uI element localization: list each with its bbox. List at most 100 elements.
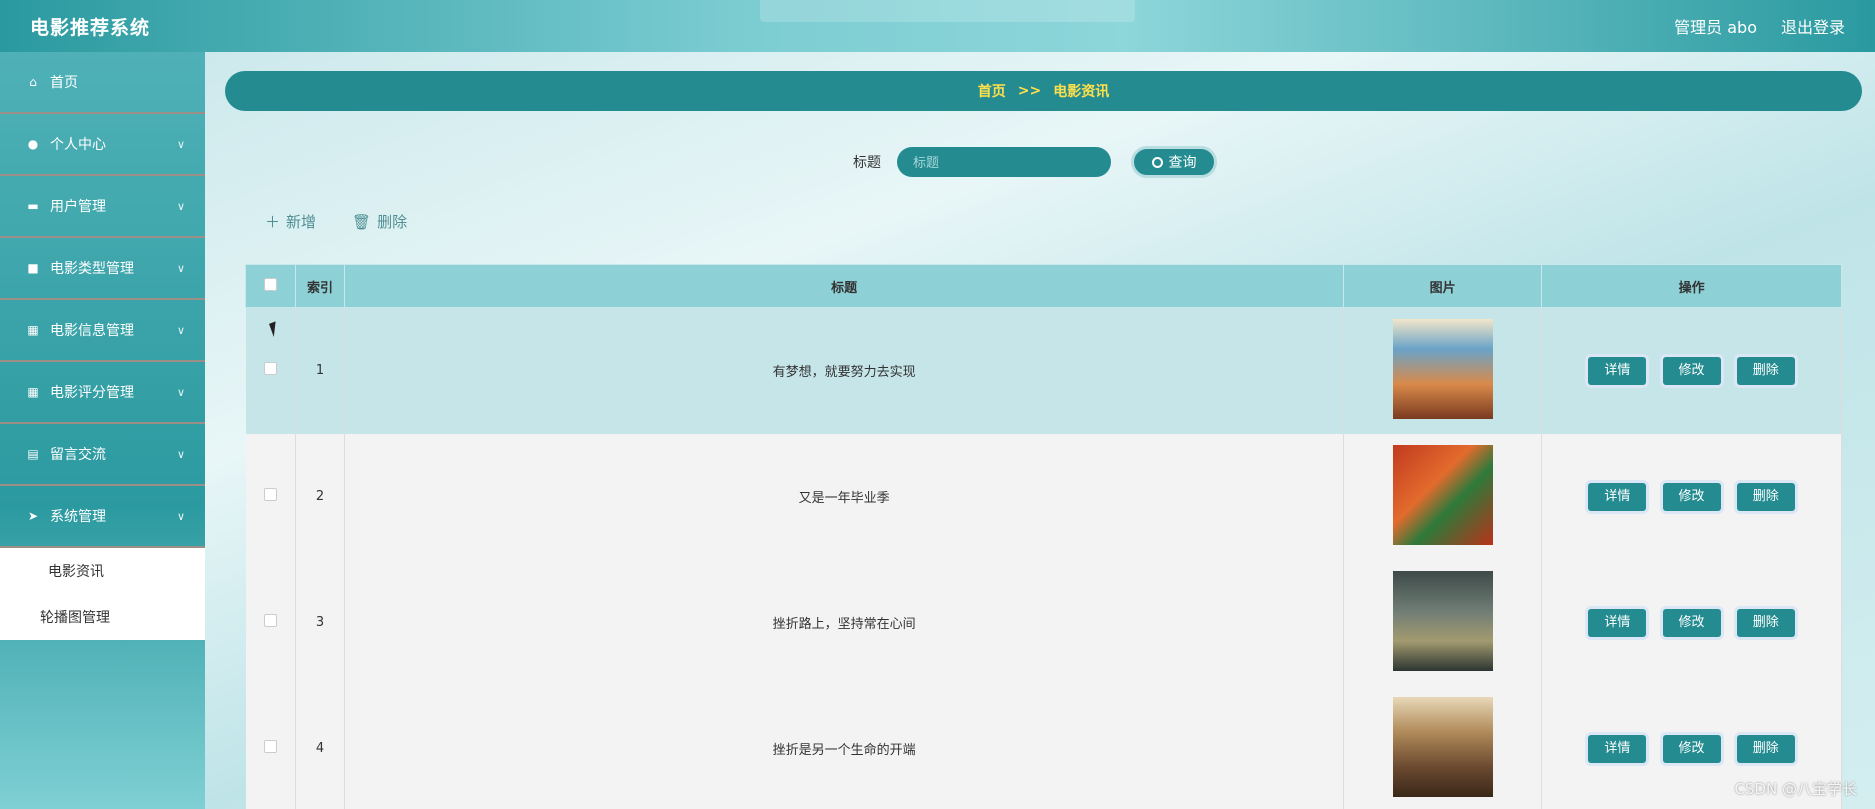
chevron-up-icon: ∨ — [176, 510, 185, 523]
top-overlay-panel — [760, 0, 1135, 22]
select-all-cell — [245, 264, 296, 308]
table-row[interactable]: 4 挫折是另一个生命的开端 详情 修改 删除 — [245, 685, 1842, 809]
movie-poster-image[interactable] — [1392, 570, 1493, 671]
search-label: 标题 — [853, 155, 881, 171]
sidebar-item-movie-types[interactable]: ■ 电影类型管理 ∨ — [0, 238, 205, 300]
top-bar: 电影推荐系统 管理员 abo 退出登录 — [0, 0, 1875, 52]
row-image-cell — [1343, 559, 1543, 686]
sidebar-item-label: 个人中心 — [50, 137, 106, 153]
row-checkbox[interactable] — [263, 614, 277, 627]
row-checkbox-cell — [245, 433, 296, 560]
app-title: 电影推荐系统 — [30, 16, 151, 39]
select-all-checkbox[interactable] — [263, 277, 277, 291]
sidebar-item-label: 首页 — [50, 75, 78, 91]
breadcrumb-home[interactable]: 首页 — [978, 81, 1006, 101]
search-button-label: 查询 — [1168, 155, 1197, 171]
edit-button[interactable]: 修改 — [1662, 608, 1721, 637]
chevron-down-icon: ∨ — [176, 200, 185, 213]
row-title: 又是一年毕业季 — [344, 433, 1345, 560]
sidebar-item-system[interactable]: ➤ 系统管理 ∨ — [0, 486, 205, 548]
chevron-down-icon: ∨ — [176, 324, 185, 337]
sidebar-item-movie-info[interactable]: ▦ 电影信息管理 ∨ — [0, 300, 205, 362]
chevron-down-icon: ∨ — [176, 262, 185, 275]
row-title: 有梦想，就要努力去实现 — [344, 307, 1345, 434]
user-icon: ● — [27, 137, 39, 151]
delete-button[interactable]: 删除 — [1736, 734, 1795, 763]
sidebar-item-label: 用户管理 — [50, 199, 106, 215]
edit-button[interactable]: 修改 — [1662, 482, 1721, 511]
detail-button[interactable]: 详情 — [1588, 356, 1647, 385]
breadcrumb-separator: >> — [1017, 83, 1042, 99]
grid-icon: ▦ — [27, 323, 39, 337]
row-index: 4 — [295, 685, 345, 809]
sidebar-item-label: 系统管理 — [50, 509, 106, 525]
add-button[interactable]: ＋ 新增 — [265, 211, 316, 232]
sidebar-item-movie-ratings[interactable]: ▦ 电影评分管理 ∨ — [0, 362, 205, 424]
movie-poster-image[interactable] — [1392, 444, 1493, 545]
delete-button[interactable]: 删除 — [1736, 482, 1795, 511]
column-header-image: 图片 — [1343, 264, 1543, 308]
delete-button[interactable]: 删除 — [1736, 356, 1795, 385]
table-row[interactable]: 1 有梦想，就要努力去实现 详情 修改 删除 — [245, 307, 1842, 434]
row-index: 2 — [295, 433, 345, 560]
sidebar-item-label: 留言交流 — [50, 447, 106, 463]
add-button-label: 新增 — [286, 213, 317, 231]
search-button[interactable]: 查询 — [1131, 146, 1217, 178]
row-checkbox[interactable] — [263, 488, 277, 501]
chevron-down-icon: ∨ — [176, 448, 185, 461]
detail-button[interactable]: 详情 — [1588, 482, 1647, 511]
watermark: CSDN @八宝学长 — [1734, 780, 1857, 798]
sidebar-item-users[interactable]: ▬ 用户管理 ∨ — [0, 176, 205, 238]
sidebar-item-home[interactable]: ⌂ 首页 — [0, 52, 205, 114]
logout-link[interactable]: 退出登录 — [1781, 14, 1845, 38]
chevron-down-icon: ∨ — [176, 138, 185, 151]
row-checkbox-cell — [245, 685, 296, 809]
chat-icon: ■ — [27, 261, 39, 275]
send-icon: ➤ — [27, 509, 39, 523]
main-content: 首页 >> 电影资讯 标题 查询 ＋ 新增 🗑 删除 索引 标题 图片 操作 — [205, 52, 1875, 809]
movie-poster-image[interactable] — [1392, 318, 1493, 419]
trash-icon: 🗑 — [352, 213, 372, 231]
sidebar-item-label: 电影信息管理 — [50, 323, 134, 339]
column-header-index[interactable]: 索引 — [294, 264, 345, 308]
system-submenu: 电影资讯 轮播图管理 — [0, 548, 205, 640]
search-input[interactable] — [897, 147, 1111, 177]
row-image-cell — [1343, 307, 1543, 434]
detail-button[interactable]: 详情 — [1588, 734, 1647, 763]
row-index: 1 — [295, 307, 345, 434]
column-header-title[interactable]: 标题 — [343, 264, 1345, 308]
table-row[interactable]: 3 挫折路上，坚持常在心间 详情 修改 删除 — [245, 559, 1842, 686]
movie-poster-image[interactable] — [1392, 696, 1493, 797]
news-table: 索引 标题 图片 操作 1 有梦想，就要努力去实现 详情 修改 删除 2 又是一… — [245, 264, 1842, 809]
detail-button[interactable]: 详情 — [1588, 608, 1647, 637]
current-user: 管理员 abo — [1674, 18, 1757, 37]
row-operations: 详情 修改 删除 — [1541, 433, 1842, 560]
row-checkbox[interactable] — [263, 740, 277, 753]
edit-button[interactable]: 修改 — [1662, 734, 1721, 763]
table-row[interactable]: 2 又是一年毕业季 详情 修改 删除 — [245, 433, 1842, 560]
sidebar-item-label: 电影评分管理 — [50, 385, 134, 401]
row-checkbox[interactable] — [263, 362, 277, 376]
sidebar-item-label: 电影类型管理 — [50, 261, 134, 277]
plus-icon: ＋ — [265, 213, 281, 231]
row-title: 挫折路上，坚持常在心间 — [344, 559, 1345, 686]
search-bar: 标题 查询 — [853, 146, 1217, 178]
action-bar: ＋ 新增 🗑 删除 — [265, 211, 407, 232]
row-operations: 详情 修改 删除 — [1541, 559, 1842, 686]
sidebar: ⌂ 首页 ● 个人中心 ∨ ▬ 用户管理 ∨ ■ 电影类型管理 ∨ ▦ 电影信息… — [0, 52, 205, 809]
bulk-delete-label: 删除 — [377, 213, 408, 231]
search-icon — [1151, 156, 1163, 168]
sidebar-item-messages[interactable]: ▤ 留言交流 ∨ — [0, 424, 205, 486]
bulk-delete-button[interactable]: 🗑 删除 — [352, 211, 407, 232]
row-index: 3 — [295, 559, 345, 686]
edit-button[interactable]: 修改 — [1662, 356, 1721, 385]
column-header-operations: 操作 — [1541, 264, 1842, 308]
submenu-item-carousel[interactable]: 轮播图管理 — [0, 594, 205, 640]
breadcrumb: 首页 >> 电影资讯 — [225, 71, 1862, 111]
breadcrumb-current: 电影资讯 — [1053, 84, 1110, 100]
chevron-down-icon: ∨ — [176, 386, 185, 399]
row-image-cell — [1343, 433, 1543, 560]
delete-button[interactable]: 删除 — [1736, 608, 1795, 637]
submenu-item-movie-news[interactable]: 电影资讯 — [0, 548, 205, 594]
sidebar-item-profile[interactable]: ● 个人中心 ∨ — [0, 114, 205, 176]
